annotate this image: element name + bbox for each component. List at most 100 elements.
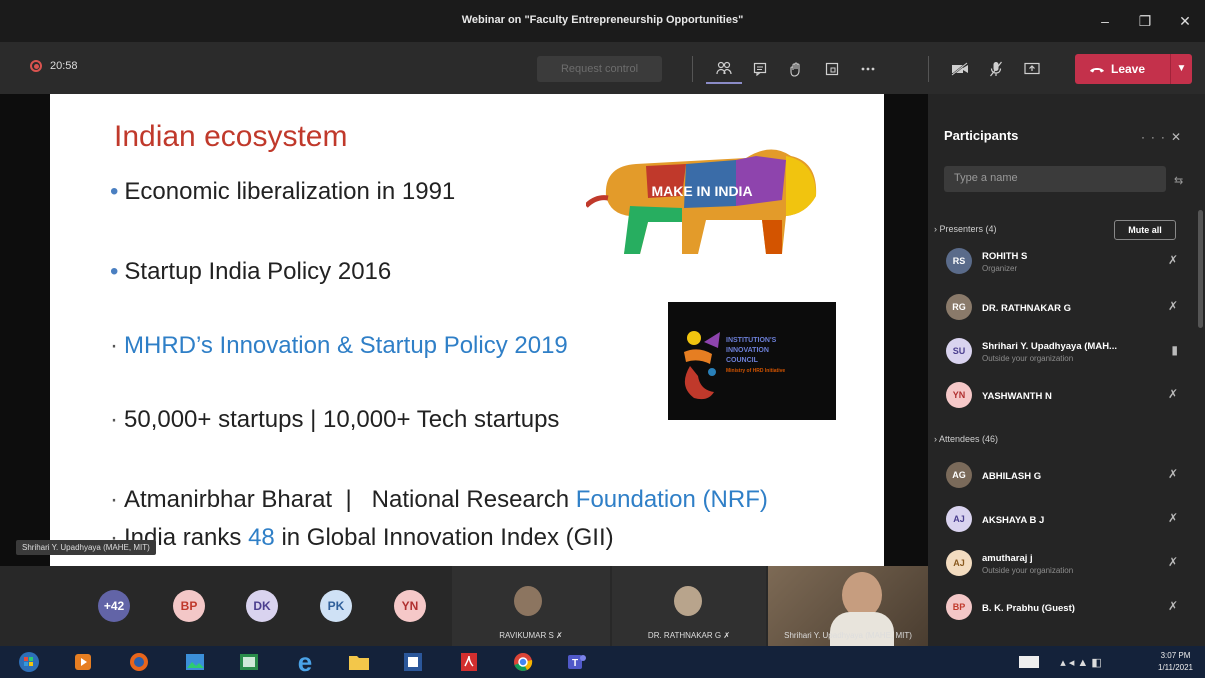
participant-photo [674, 586, 702, 616]
panel-scrollbar[interactable] [1198, 210, 1203, 328]
slide-bullet-4: · 50,000+ startups | 10,000+ Tech startup… [110, 406, 560, 433]
mic-off-icon[interactable] [978, 54, 1014, 84]
participant-name: amutharaj j [982, 553, 1033, 564]
tile-name: Shrihari Y. Upadhyaya (MAHE, MIT) [768, 631, 928, 640]
mute-all-button[interactable]: Mute all [1114, 220, 1176, 240]
request-control-button[interactable]: Request control [537, 56, 662, 82]
clock-time: 3:07 PM [1160, 651, 1191, 660]
system-tray[interactable]: ▴ ◂ ▲ ◧ [1046, 648, 1116, 676]
mic-off-icon: ✗ [1167, 467, 1178, 481]
section-label: Presenters (4) [939, 224, 997, 234]
leave-button[interactable]: Leave ▼ [1075, 54, 1192, 84]
participant-shirt [830, 612, 894, 646]
slide-bullet-5: · Atmanirbhar Bharat | National Research … [110, 486, 768, 513]
media-player-icon[interactable] [64, 648, 102, 676]
acrobat-icon[interactable] [450, 648, 488, 676]
presentation-slide: Indian ecosystem • Economic liberalizatio… [50, 94, 884, 566]
more-icon[interactable] [850, 54, 886, 84]
participant-name: ABHILASH G [982, 471, 1042, 482]
maximize-button[interactable]: ❐ [1125, 0, 1165, 42]
invite-icon[interactable]: ⇆ [1174, 174, 1183, 187]
overflow-participants-button[interactable]: +42 [98, 590, 130, 622]
start-icon[interactable] [10, 648, 48, 676]
shared-screen: Indian ecosystem • Economic liberalizatio… [0, 94, 928, 566]
mic-off-icon: ✗ [556, 631, 563, 640]
share-icon[interactable] [1014, 54, 1050, 84]
chrome-icon[interactable] [504, 648, 542, 676]
participant-row[interactable]: AJ amutharaj j Outside your organization… [944, 546, 1184, 582]
slide-bullet-2: • Startup India Policy 2016 [110, 258, 392, 285]
make-in-india-text: MAKE IN INDIA [651, 183, 752, 199]
participant-row[interactable]: RG DR. RATHNAKAR G ✗ [944, 290, 1184, 326]
video-tile[interactable]: Shrihari Y. Upadhyaya (MAHE, MIT) [768, 566, 928, 646]
internet-explorer-icon[interactable]: e [286, 647, 324, 677]
panel-title: Participants [944, 128, 1019, 143]
slide-bullet-6: · India ranks 48 in Global Innovation Ind… [110, 524, 614, 551]
iic-line: INSTITUTION'S [726, 337, 777, 344]
mic-off-icon: ✗ [723, 631, 731, 640]
app-icon[interactable] [230, 648, 268, 676]
firefox-icon[interactable] [120, 648, 158, 676]
participant-search-input[interactable]: Type a name [944, 166, 1166, 192]
mic-off-icon: ✗ [1167, 253, 1178, 267]
avatar: AJ [946, 506, 972, 532]
mic-off-icon: ✗ [1167, 599, 1178, 613]
minimize-button[interactable]: ‒ [1085, 0, 1125, 42]
panel-actions: ···✕ [1141, 130, 1187, 144]
participant-avatar[interactable]: PK [320, 590, 352, 622]
mic-off-icon: ✗ [1167, 299, 1178, 313]
clock-date: 1/11/2021 [1158, 663, 1193, 672]
recording-icon [30, 60, 42, 72]
participant-row[interactable]: BP B. K. Prabhu (Guest) ✗ [944, 590, 1184, 626]
photos-icon[interactable] [176, 648, 214, 676]
word-icon[interactable] [394, 648, 432, 676]
tile-name-text: DR. RATHNAKAR G [647, 631, 722, 640]
chevron-down-icon[interactable]: ▼ [1170, 54, 1192, 84]
bullet-highlight: 48 [248, 524, 275, 551]
camera-off-icon[interactable] [942, 54, 978, 84]
participant-row[interactable]: RS ROHITH S Organizer ✗ [944, 244, 1184, 280]
video-tile[interactable]: DR. RATHNAKAR G ✗ [612, 566, 766, 646]
participant-avatar[interactable]: BP [173, 590, 205, 622]
slide-title: Indian ecosystem [114, 120, 348, 153]
mic-off-icon: ✗ [1167, 511, 1178, 525]
leave-label: Leave [1111, 62, 1146, 76]
attendees-section-header[interactable]: › Attendees (46) [934, 434, 998, 444]
avatar: SU [946, 338, 972, 364]
people-icon[interactable] [706, 54, 742, 84]
participant-avatar[interactable]: YN [394, 590, 426, 622]
title-bar: Webinar on "Faculty Entrepreneurship Opp… [0, 0, 1205, 42]
participant-org: Outside your organization [982, 566, 1074, 575]
participant-name: Shrihari Y. Upadhyaya (MAH... [982, 341, 1117, 352]
participant-photo [514, 586, 542, 616]
participant-org: Outside your organization [982, 354, 1074, 363]
tile-name-text: Shrihari Y. Upadhyaya (MAHE, MIT) [784, 631, 912, 640]
close-icon[interactable]: ✕ [1171, 130, 1187, 144]
timer-text: 20:58 [50, 60, 78, 72]
participant-row[interactable]: SU Shrihari Y. Upadhyaya (MAH... Outside… [944, 334, 1184, 370]
participant-avatar[interactable]: DK [246, 590, 278, 622]
teams-icon[interactable]: T [558, 648, 596, 676]
participant-row[interactable]: YN YASHWANTH N ✗ [944, 378, 1184, 414]
participant-row[interactable]: AG ABHILASH G ✗ [944, 458, 1184, 494]
participant-row[interactable]: AJ AKSHAYA B J ✗ [944, 502, 1184, 538]
presenters-section-header[interactable]: › Presenters (4) [934, 224, 997, 234]
mic-on-icon: ▮ [1171, 343, 1178, 357]
keyboard-icon[interactable] [1010, 648, 1048, 676]
bullet-text: in Global Innovation Index (GII) [274, 524, 614, 551]
rooms-icon[interactable] [814, 54, 850, 84]
video-tile[interactable]: RAVIKUMAR S ✗ [452, 566, 610, 646]
file-explorer-icon[interactable] [340, 648, 378, 676]
leave-main[interactable]: Leave [1075, 62, 1170, 76]
more-icon[interactable]: ··· [1141, 130, 1171, 144]
bullet-text: Economic liberalization in 1991 [124, 178, 456, 205]
avatar: YN [946, 382, 972, 408]
recording-timer: 20:58 [30, 60, 78, 72]
chat-icon[interactable] [742, 54, 778, 84]
taskbar-clock[interactable]: 3:07 PM 1/11/2021 [1158, 650, 1193, 674]
avatar: AG [946, 462, 972, 488]
slide-bullet-3: · MHRD’s Innovation & Startup Policy 2019 [110, 332, 568, 359]
tile-name: DR. RATHNAKAR G ✗ [612, 631, 766, 640]
raise-hand-icon[interactable] [778, 54, 814, 84]
close-button[interactable]: ✕ [1165, 0, 1205, 42]
